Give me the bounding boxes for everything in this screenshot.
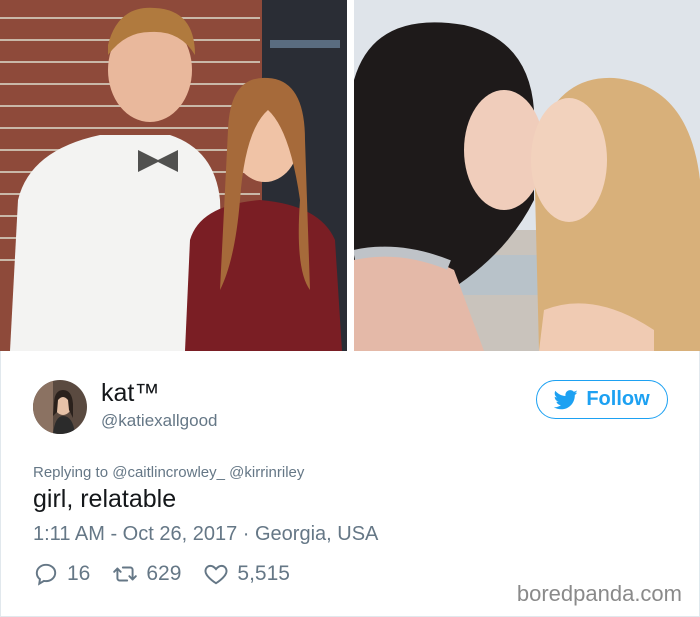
reply-icon bbox=[35, 563, 57, 586]
mention-link[interactable]: @kirrinriley bbox=[229, 464, 304, 481]
heart-icon bbox=[204, 564, 228, 585]
timestamp[interactable]: 1:11 AM - Oct 26, 2017 bbox=[33, 523, 237, 545]
photo-strip bbox=[0, 0, 700, 351]
reply-count: 16 bbox=[67, 562, 91, 585]
avatar[interactable] bbox=[33, 380, 87, 434]
tweet-text: girl, relatable bbox=[33, 485, 177, 513]
photo-couple-prom-icon bbox=[0, 0, 347, 351]
like-count: 5,515 bbox=[237, 562, 290, 585]
retweet-count: 629 bbox=[146, 562, 182, 585]
photo-two-women-kissing-icon bbox=[354, 0, 700, 351]
watermark: boredpanda.com bbox=[516, 581, 682, 606]
twitter-bird-icon bbox=[554, 389, 578, 409]
replying-to: Replying to @caitlincrowley_ @kirrinrile… bbox=[33, 464, 304, 481]
follow-label: Follow bbox=[586, 388, 650, 410]
tweet-card: kat™ @katiexallgood Follow Replying to @… bbox=[0, 351, 700, 617]
like-button[interactable]: 5,515 bbox=[203, 561, 290, 587]
location[interactable]: Georgia, USA bbox=[255, 523, 378, 545]
mention-link[interactable]: @caitlincrowley_ bbox=[112, 464, 225, 481]
tweet-actions: 16 629 5,515 bbox=[33, 561, 312, 587]
retweet-button[interactable]: 629 bbox=[112, 561, 181, 587]
avatar-image-icon bbox=[33, 380, 87, 434]
retweet-icon bbox=[113, 566, 138, 582]
display-name[interactable]: kat™ bbox=[101, 379, 159, 408]
tweet-meta: 1:11 AM - Oct 26, 2017 · Georgia, USA bbox=[33, 523, 378, 546]
photo-right[interactable] bbox=[354, 0, 700, 351]
meta-separator: · bbox=[242, 523, 250, 545]
user-handle[interactable]: @katiexallgood bbox=[101, 411, 218, 431]
photo-left[interactable] bbox=[0, 0, 347, 351]
replying-prefix: Replying to bbox=[33, 464, 109, 481]
reply-button[interactable]: 16 bbox=[33, 561, 90, 587]
follow-button[interactable]: Follow bbox=[536, 380, 668, 419]
